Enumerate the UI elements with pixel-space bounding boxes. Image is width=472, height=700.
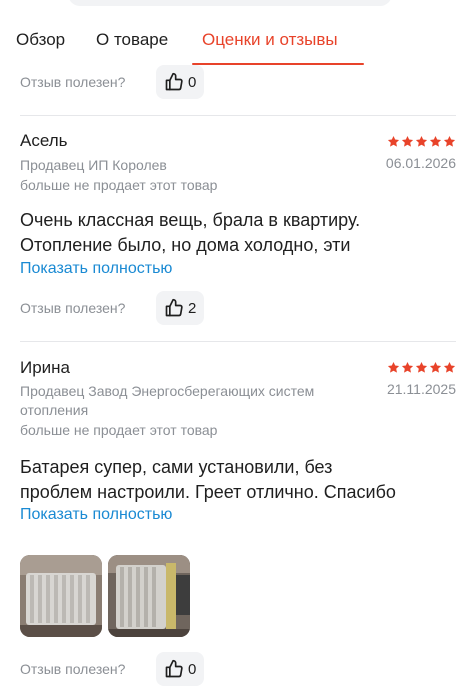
like-count: 0 bbox=[188, 73, 197, 91]
review-date: 06.01.2026 bbox=[385, 155, 456, 171]
like-count: 2 bbox=[188, 299, 197, 317]
star-icon bbox=[387, 135, 400, 147]
star-icon bbox=[443, 361, 456, 373]
star-icon bbox=[429, 135, 442, 147]
tab-about[interactable]: О товаре bbox=[96, 30, 168, 50]
thumbs-up-icon bbox=[164, 298, 184, 318]
tab-active-indicator bbox=[192, 63, 364, 65]
review-photo[interactable] bbox=[20, 555, 102, 637]
helpful-label: Отзыв полезен? bbox=[20, 74, 126, 90]
star-icon bbox=[443, 135, 456, 147]
rating-stars bbox=[387, 135, 456, 148]
radiator-photo-image bbox=[20, 555, 102, 637]
review-text-line: Батарея супер, сами установили, без bbox=[20, 457, 333, 477]
review-photos bbox=[20, 555, 190, 637]
helpful-label: Отзыв полезен? bbox=[20, 300, 126, 316]
show-more-link[interactable]: Показать полностью bbox=[20, 260, 172, 278]
star-icon bbox=[401, 135, 414, 147]
divider bbox=[20, 341, 456, 342]
radiator-photo-image bbox=[108, 555, 190, 637]
rating-stars bbox=[387, 361, 456, 374]
star-icon bbox=[415, 135, 428, 147]
like-button[interactable]: 0 bbox=[156, 65, 205, 99]
review-text-line: проблем настроили. Греет отлично. Спасиб… bbox=[20, 482, 396, 502]
search-bar[interactable] bbox=[68, 0, 392, 6]
review-date: 21.11.2025 bbox=[386, 381, 456, 397]
show-more-link[interactable]: Показать полностью bbox=[20, 506, 172, 524]
reviews-page: Обзор О товаре Оценки и отзывы Отзыв пол… bbox=[0, 0, 472, 700]
seller-status: больше не продает этот товар bbox=[20, 177, 218, 193]
helpful-row: Отзыв полезен? 0 bbox=[20, 65, 205, 99]
like-count: 0 bbox=[188, 660, 197, 678]
helpful-label: Отзыв полезен? bbox=[20, 661, 126, 677]
review-photo[interactable] bbox=[108, 555, 190, 637]
review-author: Асель bbox=[20, 131, 68, 150]
review-text-line: Очень классная вещь, брала в квартиру. bbox=[20, 210, 361, 230]
tab-overview[interactable]: Обзор bbox=[16, 30, 65, 50]
thumbs-up-icon bbox=[164, 72, 184, 92]
product-tabs: Обзор О товаре Оценки и отзывы bbox=[0, 20, 472, 68]
star-icon bbox=[387, 361, 400, 373]
star-icon bbox=[415, 361, 428, 373]
like-button[interactable]: 0 bbox=[156, 652, 205, 686]
thumbs-up-icon bbox=[164, 659, 184, 679]
helpful-row: Отзыв полезен? 2 bbox=[20, 291, 205, 325]
review-seller-cont: отопления bbox=[20, 402, 89, 418]
review-card: Ирина Продавец Завод Энергосберегающих с… bbox=[20, 358, 456, 538]
helpful-row: Отзыв полезен? 0 bbox=[20, 652, 205, 686]
star-icon bbox=[401, 361, 414, 373]
review-seller: Продавец ИП Королев bbox=[20, 157, 167, 173]
like-button[interactable]: 2 bbox=[156, 291, 205, 325]
seller-status: больше не продает этот товар bbox=[20, 422, 218, 438]
review-text-line: Отопление было, но дома холодно, эти bbox=[20, 235, 351, 255]
review-author: Ирина bbox=[20, 358, 71, 377]
review-seller: Продавец Завод Энергосберегающих систем bbox=[20, 383, 315, 399]
tab-reviews[interactable]: Оценки и отзывы bbox=[202, 30, 338, 50]
divider bbox=[20, 115, 456, 116]
star-icon bbox=[429, 361, 442, 373]
